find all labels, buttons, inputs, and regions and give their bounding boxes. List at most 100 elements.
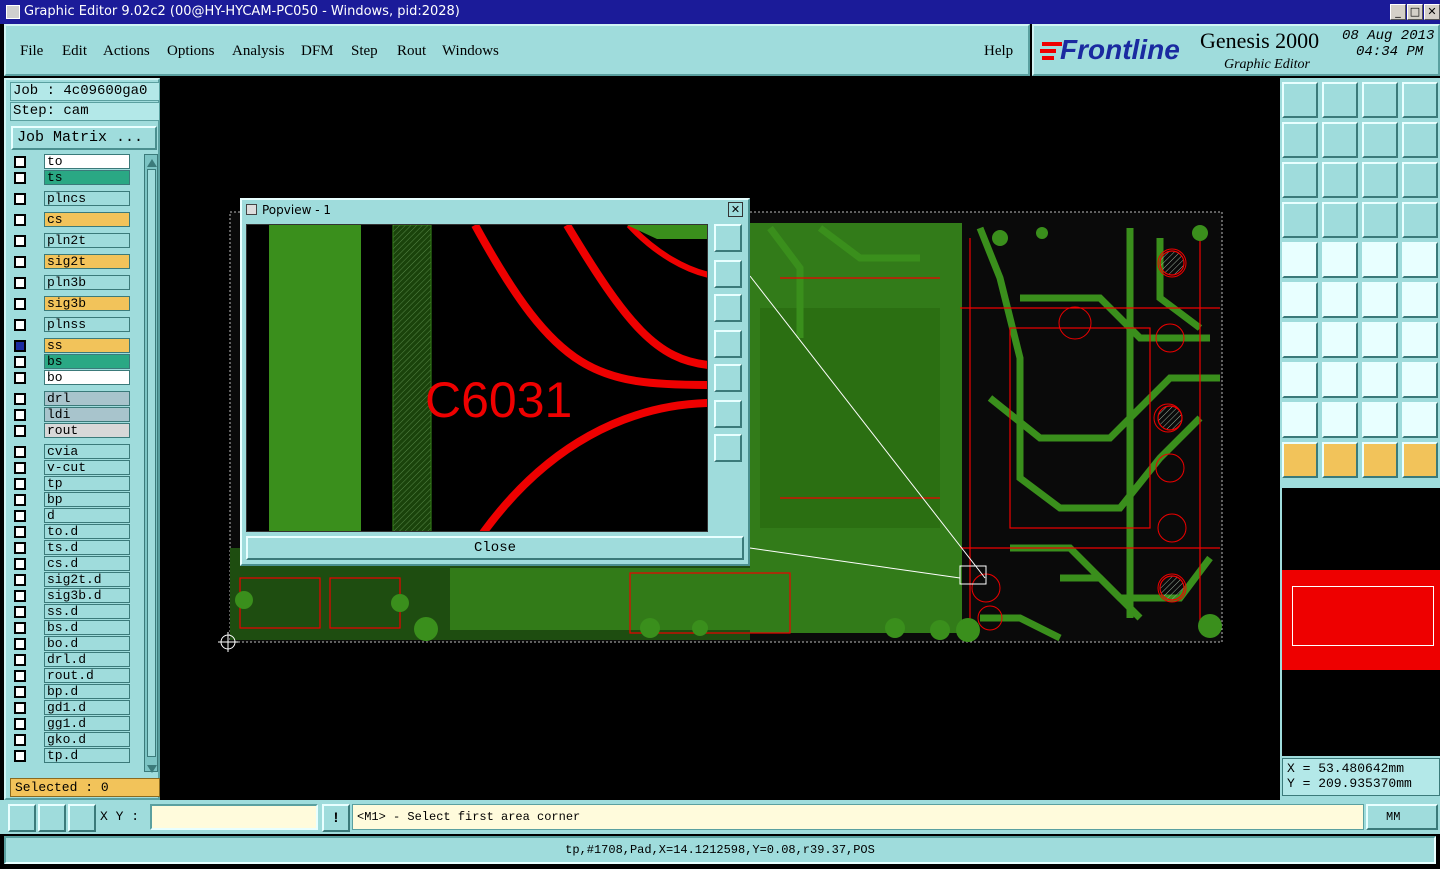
home-icon[interactable] [1362,82,1398,118]
layer-name[interactable]: rout [44,423,130,438]
layer-visibility-checkbox[interactable] [14,277,26,289]
layer-row-ss[interactable]: ss [10,338,130,354]
help-icon[interactable] [1402,162,1438,198]
popview-viewport[interactable]: C6031 [246,224,708,532]
layer-row-pln3b[interactable]: pln3b [10,275,130,291]
layer-visibility-checkbox[interactable] [14,702,26,714]
layer-visibility-checkbox[interactable] [14,590,26,602]
layer-visibility-checkbox[interactable] [14,172,26,184]
menu-edit[interactable]: Edit [62,43,87,60]
layer-name[interactable]: bp [44,492,130,507]
split-view-icon[interactable] [1402,82,1438,118]
add-line-icon[interactable] [1322,242,1358,278]
layer-visibility-checkbox[interactable] [14,462,26,474]
layer-row-drl[interactable]: drl [10,391,130,407]
layer-row-v-cut[interactable]: v-cut [10,460,130,476]
layer-name[interactable]: bo.d [44,636,130,651]
layer-row-cvia[interactable]: cvia [10,444,130,460]
layer-name[interactable]: gko.d [44,732,130,747]
layer-row-ss.d[interactable]: ss.d [10,604,130,620]
layer-visibility-checkbox[interactable] [14,542,26,554]
delete-node-icon[interactable] [1322,282,1358,318]
snap-point-icon[interactable] [1322,202,1358,238]
line-edit-icon[interactable] [1322,322,1358,358]
layer-scrollbar[interactable] [144,154,158,773]
layer-visibility-checkbox[interactable] [14,558,26,570]
move-node-icon[interactable] [1362,282,1398,318]
angle-icon[interactable] [1282,322,1318,358]
layer-visibility-checkbox[interactable] [14,478,26,490]
layer-row-to[interactable]: to [10,154,130,170]
layer-row-ts.d[interactable]: ts.d [10,540,130,556]
layer-row-bp.d[interactable]: bp.d [10,684,130,700]
layer-row-tp[interactable]: tp [10,476,130,492]
layer-name[interactable]: to.d [44,524,130,539]
layer-visibility-checkbox[interactable] [14,393,26,405]
snap-mode-icon[interactable] [8,804,36,832]
layer-name[interactable]: ts [44,170,130,185]
dimension-icon[interactable] [1362,362,1398,398]
layer-visibility-checkbox[interactable] [14,670,26,682]
alert-icon[interactable]: ! [322,804,350,832]
layer-row-bs[interactable]: bs [10,354,130,370]
xy-input[interactable] [150,804,318,830]
layer-row-d[interactable]: d [10,508,130,524]
layer-name[interactable]: ss [44,338,130,353]
layer-row-sig2t.d[interactable]: sig2t.d [10,572,130,588]
layer-name[interactable]: cvia [44,444,130,459]
layer-name[interactable]: ldi [44,407,130,422]
menu-options[interactable]: Options [167,43,215,60]
select-touch-icon[interactable] [1362,442,1398,478]
layer-visibility-checkbox[interactable] [14,654,26,666]
layer-name[interactable]: gd1.d [44,700,130,715]
save-icon[interactable] [1322,82,1358,118]
select-net-icon[interactable] [1402,442,1438,478]
layer-visibility-checkbox[interactable] [14,372,26,384]
layer-visibility-checkbox[interactable] [14,356,26,368]
layer-name[interactable]: plncs [44,191,130,206]
layer-name[interactable]: to [44,154,130,169]
graphic-canvas[interactable]: Popview - 1 ✕ C6031 Close [160,78,1280,800]
triangle-b-icon[interactable] [1322,402,1358,438]
layer-visibility-checkbox[interactable] [14,622,26,634]
connect-icon[interactable] [1282,282,1318,318]
layer-visibility-checkbox[interactable] [14,606,26,618]
layer-name[interactable]: sig3b.d [44,588,130,603]
layer-row-rout[interactable]: rout [10,423,130,439]
layer-name[interactable]: gg1.d [44,716,130,731]
layer-name[interactable]: pln3b [44,275,130,290]
layer-row-plncs[interactable]: plncs [10,191,130,207]
layer-name[interactable]: sig2t.d [44,572,130,587]
group-icon[interactable] [1402,362,1438,398]
layer-name[interactable]: v-cut [44,460,130,475]
layer-visibility-checkbox[interactable] [14,526,26,538]
add-pad-icon[interactable] [1282,242,1318,278]
layer-visibility-checkbox[interactable] [14,298,26,310]
popview-pan-right-icon[interactable] [714,364,742,392]
measure-icon[interactable] [1282,202,1318,238]
menu-analysis[interactable]: Analysis [232,43,285,60]
layer-row-sig2t[interactable]: sig2t [10,254,130,270]
layer-name[interactable]: bp.d [44,684,130,699]
close-window-button[interactable]: ✕ [1424,4,1440,20]
minimize-button[interactable]: _ [1390,4,1406,20]
zoom-fit-icon[interactable] [1282,162,1318,198]
layer-name[interactable]: sig3b [44,296,130,311]
layer-name[interactable]: cs.d [44,556,130,571]
units-select[interactable]: MM [1366,804,1438,830]
layer-row-plnss[interactable]: plnss [10,317,130,333]
layer-visibility-checkbox[interactable] [14,718,26,730]
layer-row-sig3b.d[interactable]: sig3b.d [10,588,130,604]
layer-visibility-checkbox[interactable] [14,425,26,437]
add-node-icon[interactable] [1402,282,1438,318]
layer-row-drl.d[interactable]: drl.d [10,652,130,668]
popview-zoom-in-icon[interactable] [714,400,742,428]
select-box-icon[interactable] [1322,442,1358,478]
mirror-icon[interactable] [1402,322,1438,358]
layer-row-ldi[interactable]: ldi [10,407,130,423]
overview-preview[interactable] [1282,488,1440,756]
open-icon[interactable] [1282,82,1318,118]
menu-actions[interactable]: Actions [103,43,150,60]
layer-row-cs[interactable]: cs [10,212,130,228]
layer-visibility-checkbox[interactable] [14,510,26,522]
